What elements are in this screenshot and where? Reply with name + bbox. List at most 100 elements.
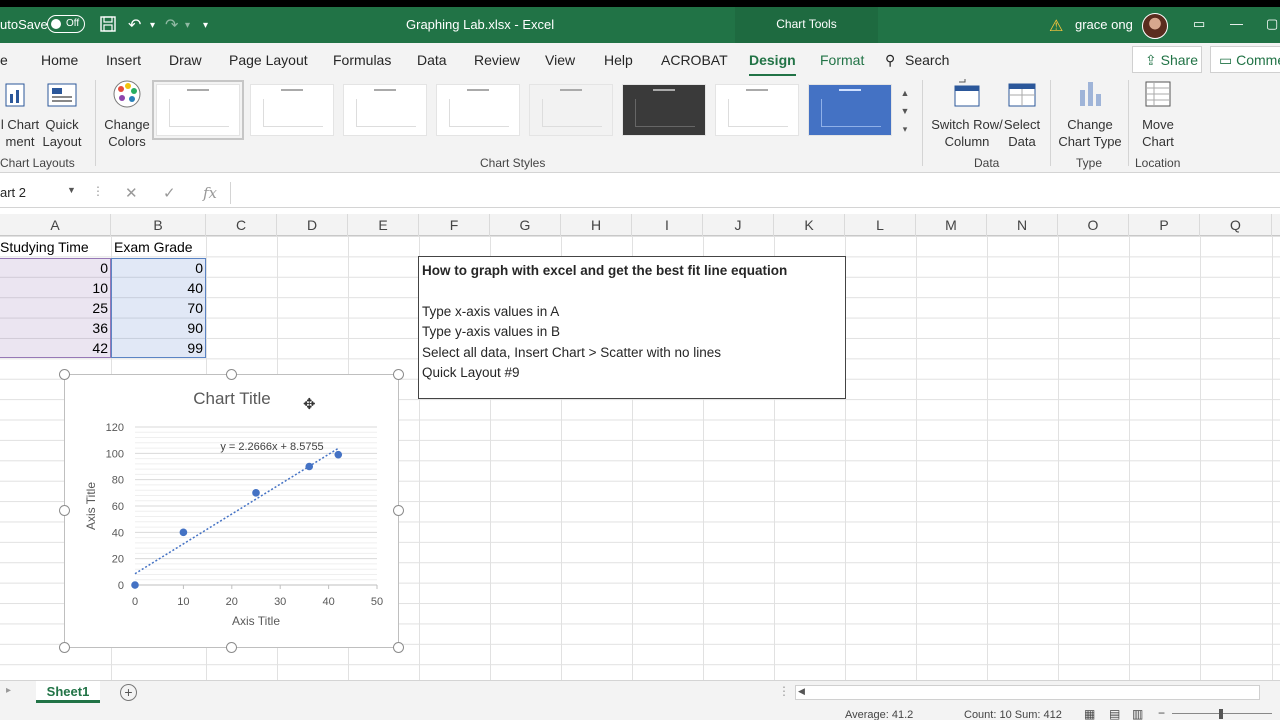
- redo-icon[interactable]: ↷: [165, 15, 178, 35]
- column-header-b[interactable]: B: [111, 214, 206, 236]
- gallery-scroll[interactable]: ▲ ▼ ▾: [898, 84, 912, 140]
- user-name[interactable]: grace ong: [1075, 17, 1133, 32]
- cell-b3[interactable]: 40: [111, 278, 206, 298]
- cell-b6[interactable]: 99: [111, 338, 206, 358]
- gallery-up-icon[interactable]: ▲: [898, 84, 912, 102]
- add-sheet-icon[interactable]: +: [120, 684, 137, 701]
- search-icon[interactable]: ⚲: [885, 52, 895, 69]
- chart-style-3[interactable]: [343, 84, 427, 136]
- tab-page-layout[interactable]: Page Layout: [229, 52, 308, 68]
- resize-handle-bottom[interactable]: [226, 642, 237, 653]
- tab-acrobat[interactable]: ACROBAT: [661, 52, 728, 68]
- zoom-slider-thumb[interactable]: [1219, 709, 1223, 719]
- chart-style-4[interactable]: [436, 84, 520, 136]
- name-box[interactable]: art 2 ▼: [0, 182, 84, 204]
- cell-a4[interactable]: 25: [0, 298, 111, 318]
- column-header-h[interactable]: H: [561, 214, 632, 236]
- column-header-i[interactable]: I: [632, 214, 703, 236]
- resize-handle-bottom-left[interactable]: [59, 642, 70, 653]
- scatter-chart[interactable]: Chart Title 0 20 40 60 80 100 120 0 10 20 30 40 50 Axi…: [64, 374, 399, 648]
- gallery-more-icon[interactable]: ▾: [898, 120, 912, 138]
- minimize-icon[interactable]: —: [1230, 16, 1243, 31]
- resize-handle-top-left[interactable]: [59, 369, 70, 380]
- column-header-q[interactable]: Q: [1200, 214, 1272, 236]
- column-header-a[interactable]: A: [0, 214, 111, 236]
- cell-b1[interactable]: Exam Grade: [114, 237, 206, 257]
- column-header-m[interactable]: M: [916, 214, 987, 236]
- redo-dropdown-icon[interactable]: ▾: [185, 20, 190, 31]
- tab-insert[interactable]: Insert: [106, 52, 141, 68]
- name-box-dropdown-icon[interactable]: ▼: [67, 185, 76, 195]
- resize-handle-top-right[interactable]: [393, 369, 404, 380]
- cell-b4[interactable]: 70: [111, 298, 206, 318]
- ribbon-display-options-icon[interactable]: ▭: [1193, 16, 1205, 32]
- gallery-down-icon[interactable]: ▼: [898, 102, 912, 120]
- cell-a1[interactable]: Studying Time: [0, 237, 111, 257]
- autosave-toggle[interactable]: Off: [47, 15, 85, 33]
- column-header-g[interactable]: G: [490, 214, 561, 236]
- quick-layout-button[interactable]: Quick Layout: [42, 78, 82, 150]
- sheet-tab-sheet1[interactable]: Sheet1: [36, 681, 100, 703]
- formula-input[interactable]: [230, 182, 1280, 204]
- cell-b5[interactable]: 90: [111, 318, 206, 338]
- change-chart-type-button[interactable]: Change Chart Type: [1056, 78, 1124, 150]
- column-header-n[interactable]: N: [987, 214, 1058, 236]
- select-data-button[interactable]: Select Data: [1002, 78, 1042, 150]
- share-button[interactable]: ⇪ Share: [1132, 46, 1202, 73]
- cell-a6[interactable]: 42: [0, 338, 111, 358]
- undo-icon[interactable]: ↶: [128, 15, 141, 35]
- resize-handle-right[interactable]: [393, 505, 404, 516]
- tab-draw[interactable]: Draw: [169, 52, 202, 68]
- cell-a5[interactable]: 36: [0, 318, 111, 338]
- tab-view[interactable]: View: [545, 52, 575, 68]
- chart-style-7[interactable]: [715, 84, 799, 136]
- resize-handle-left[interactable]: [59, 505, 70, 516]
- insert-function-icon[interactable]: fx: [203, 184, 217, 202]
- chart-style-8[interactable]: [808, 84, 892, 136]
- resize-handle-bottom-right[interactable]: [393, 642, 404, 653]
- change-colors-button[interactable]: Change Colors: [100, 78, 154, 150]
- add-chart-element-button[interactable]: l Chart ment: [0, 78, 40, 150]
- cancel-entry-icon[interactable]: ✕: [125, 184, 138, 202]
- horizontal-scrollbar[interactable]: ◀: [795, 685, 1260, 700]
- column-header-e[interactable]: E: [348, 214, 419, 236]
- tab-split-grip-icon[interactable]: ⋮: [778, 684, 790, 698]
- tab-help[interactable]: Help: [604, 52, 633, 68]
- tab-review[interactable]: Review: [474, 52, 520, 68]
- comments-button[interactable]: ▭ Comme: [1210, 46, 1280, 73]
- restore-icon[interactable]: ▢: [1266, 16, 1278, 32]
- tab-data[interactable]: Data: [417, 52, 447, 68]
- resize-handle-top[interactable]: [226, 369, 237, 380]
- switch-row-column-button[interactable]: Switch Row/ Column: [930, 78, 1004, 150]
- column-header-k[interactable]: K: [774, 214, 845, 236]
- page-layout-view-icon[interactable]: ▤: [1109, 707, 1120, 720]
- normal-view-icon[interactable]: ▦: [1084, 707, 1095, 720]
- chart-style-5[interactable]: [529, 84, 613, 136]
- customize-toolbar-icon[interactable]: ▾: [203, 20, 208, 31]
- cell-a2[interactable]: 0: [0, 258, 111, 278]
- tab-home[interactable]: Home: [41, 52, 78, 68]
- move-chart-button[interactable]: Move Chart: [1136, 78, 1180, 150]
- scroll-left-icon[interactable]: ◀: [798, 686, 805, 697]
- tab-formulas[interactable]: Formulas: [333, 52, 391, 68]
- chart-style-6[interactable]: [622, 84, 706, 136]
- sheet-nav-left-icon[interactable]: ▸: [6, 685, 11, 696]
- page-break-view-icon[interactable]: ▥: [1132, 707, 1143, 720]
- enter-entry-icon[interactable]: ✓: [163, 184, 176, 202]
- column-header-c[interactable]: C: [206, 214, 277, 236]
- instructions-textbox[interactable]: How to graph with excel and get the best…: [418, 256, 846, 399]
- chart-style-2[interactable]: [250, 84, 334, 136]
- warning-icon[interactable]: ⚠: [1049, 16, 1063, 36]
- column-header-f[interactable]: F: [419, 214, 490, 236]
- save-icon[interactable]: [99, 15, 117, 38]
- cell-b2[interactable]: 0: [111, 258, 206, 278]
- avatar[interactable]: [1142, 13, 1168, 39]
- cell-a3[interactable]: 10: [0, 278, 111, 298]
- column-header-o[interactable]: O: [1058, 214, 1129, 236]
- column-header-l[interactable]: L: [845, 214, 916, 236]
- chart-style-1[interactable]: [152, 80, 244, 140]
- column-header-p[interactable]: P: [1129, 214, 1200, 236]
- search-box[interactable]: Search: [905, 52, 949, 68]
- zoom-out-icon[interactable]: −: [1158, 706, 1165, 720]
- undo-dropdown-icon[interactable]: ▾: [150, 20, 155, 31]
